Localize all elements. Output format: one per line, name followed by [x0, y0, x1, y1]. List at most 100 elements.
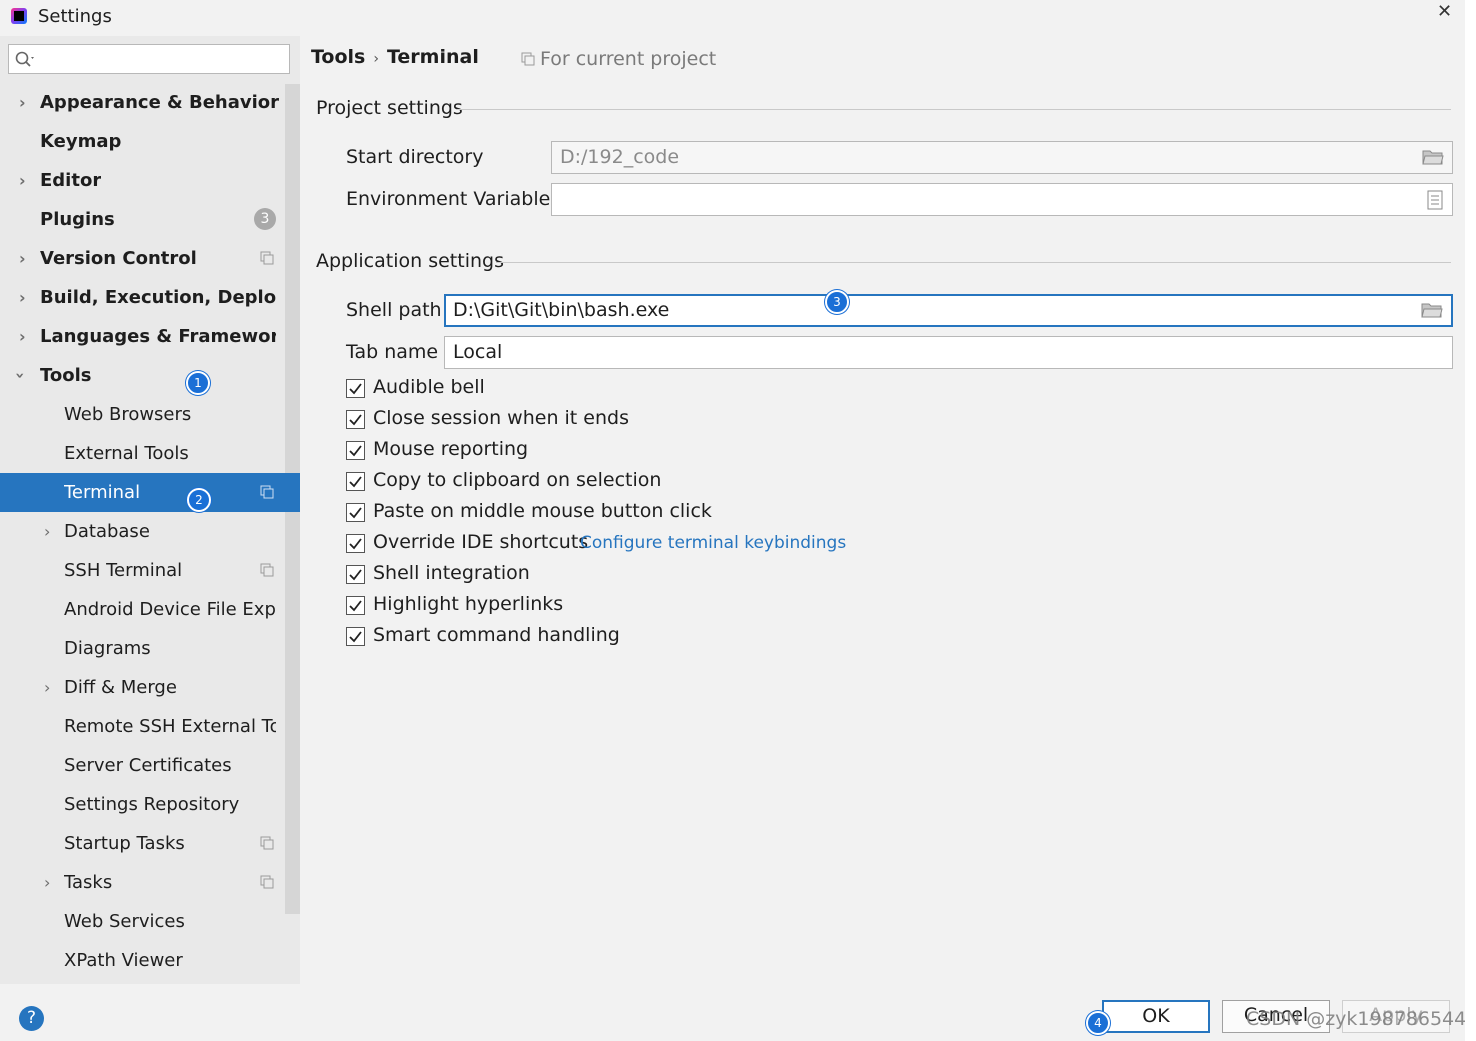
- sidebar-item-editor[interactable]: › Editor: [0, 161, 300, 200]
- chevron-right-icon: ›: [44, 678, 51, 697]
- sidebar-item-tasks[interactable]: › Tasks: [0, 863, 300, 902]
- paste-middle-click-checkbox[interactable]: [346, 503, 365, 522]
- checkmark-icon: [349, 569, 362, 581]
- chevron-right-icon: ›: [19, 171, 26, 190]
- breadcrumb-separator: ›: [373, 51, 379, 67]
- checkmark-icon: [349, 507, 362, 519]
- sidebar-item-build-execution-deployment[interactable]: › Build, Execution, Deployment: [0, 278, 300, 317]
- settings-sidebar: › Appearance & Behavior Keymap › Editor …: [0, 36, 300, 984]
- close-icon[interactable]: ✕: [1437, 1, 1452, 22]
- override-ide-shortcuts-checkbox[interactable]: [346, 534, 365, 553]
- project-scope-icon: [260, 875, 274, 889]
- annotation-marker-2: 2: [187, 488, 211, 512]
- chevron-right-icon: ›: [19, 327, 26, 346]
- breadcrumb-parent[interactable]: Tools: [311, 46, 365, 68]
- chevron-right-icon: ›: [19, 249, 26, 268]
- checkmark-icon: [349, 631, 362, 643]
- close-session-label: Close session when it ends: [373, 407, 629, 429]
- watermark: CSDN @zyk1987865446: [1246, 1008, 1476, 1030]
- project-scope-icon: [260, 251, 274, 265]
- sidebar-item-external-tools[interactable]: External Tools: [0, 434, 300, 473]
- env-vars-field[interactable]: [551, 183, 1453, 216]
- tab-name-field[interactable]: Local: [444, 336, 1453, 369]
- project-scope-icon: [260, 485, 274, 499]
- sidebar-item-xpath-viewer[interactable]: XPath Viewer: [0, 941, 300, 980]
- sidebar-item-diagrams[interactable]: Diagrams: [0, 629, 300, 668]
- plugins-update-badge: 3: [254, 208, 276, 230]
- sidebar-item-android-device-file-explorer[interactable]: Android Device File Explorer: [0, 590, 300, 629]
- application-settings-title: Application settings: [316, 250, 504, 272]
- sidebar-item-settings-repository[interactable]: Settings Repository: [0, 785, 300, 824]
- sidebar-item-startup-tasks[interactable]: Startup Tasks: [0, 824, 300, 863]
- sidebar-item-web-browsers[interactable]: Web Browsers: [0, 395, 300, 434]
- edit-list-icon[interactable]: [1426, 190, 1444, 210]
- annotation-marker-4: 4: [1086, 1011, 1110, 1035]
- shell-path-field[interactable]: D:\Git\Git\bin\bash.exe: [444, 294, 1453, 327]
- scope-indicator: For current project: [521, 48, 716, 70]
- checkmark-icon: [349, 600, 362, 612]
- sidebar-item-keymap[interactable]: Keymap: [0, 122, 300, 161]
- sidebar-item-tools[interactable]: › Tools: [0, 356, 300, 395]
- checkmark-icon: [349, 445, 362, 457]
- highlight-hyperlinks-checkbox[interactable]: [346, 596, 365, 615]
- help-icon[interactable]: ?: [19, 1006, 44, 1031]
- project-settings-title: Project settings: [316, 97, 463, 119]
- section-divider: [456, 109, 1451, 110]
- sidebar-item-ssh-terminal[interactable]: SSH Terminal: [0, 551, 300, 590]
- checkmark-icon: [349, 383, 362, 395]
- audible-bell-checkbox[interactable]: [346, 379, 365, 398]
- folder-icon[interactable]: [1422, 148, 1444, 166]
- start-directory-value: D:/192_code: [560, 146, 680, 168]
- sidebar-item-appearance-behavior[interactable]: › Appearance & Behavior: [0, 83, 300, 122]
- sidebar-item-terminal[interactable]: Terminal: [0, 473, 300, 512]
- checkmark-icon: [349, 414, 362, 426]
- chevron-down-icon: ›: [10, 372, 30, 379]
- sidebar-item-database[interactable]: › Database: [0, 512, 300, 551]
- sidebar-item-plugins[interactable]: Plugins 3: [0, 200, 300, 239]
- sidebar-item-languages-frameworks[interactable]: › Languages & Frameworks: [0, 317, 300, 356]
- start-directory-label: Start directory: [346, 146, 484, 168]
- tab-name-label: Tab name: [346, 341, 439, 363]
- folder-icon[interactable]: [1421, 301, 1443, 319]
- ok-button[interactable]: OK: [1102, 1000, 1210, 1033]
- sidebar-item-web-services[interactable]: Web Services: [0, 902, 300, 941]
- sidebar-item-remote-ssh-external-tools[interactable]: Remote SSH External Tools: [0, 707, 300, 746]
- checkmark-icon: [349, 476, 362, 488]
- configure-keybindings-link[interactable]: Configure terminal keybindings: [580, 533, 846, 553]
- smart-command-handling-label: Smart command handling: [373, 624, 620, 646]
- project-scope-icon: [521, 52, 535, 66]
- tab-name-value: Local: [453, 341, 503, 363]
- scope-label: For current project: [540, 48, 717, 70]
- breadcrumb: Tools › Terminal: [311, 46, 479, 68]
- chevron-right-icon: ›: [44, 522, 51, 541]
- copy-on-selection-checkbox[interactable]: [346, 472, 365, 491]
- breadcrumb-current: Terminal: [386, 46, 479, 68]
- shell-integration-checkbox[interactable]: [346, 565, 365, 584]
- audible-bell-label: Audible bell: [373, 376, 485, 398]
- app-logo-icon: [11, 8, 27, 24]
- annotation-marker-3: 3: [825, 290, 849, 314]
- override-ide-shortcuts-label: Override IDE shortcuts: [373, 531, 589, 553]
- annotation-marker-1: 1: [186, 371, 210, 395]
- env-vars-label: Environment Variables: [346, 188, 561, 210]
- highlight-hyperlinks-label: Highlight hyperlinks: [373, 593, 564, 615]
- dialog-button-bar: ? OK Cancel Apply CSDN @zyk1987865446 4: [0, 984, 1476, 1041]
- close-session-checkbox[interactable]: [346, 410, 365, 429]
- section-divider: [496, 262, 1451, 263]
- search-input[interactable]: [8, 44, 290, 74]
- window-edge: [1465, 0, 1476, 1041]
- checkmark-icon: [349, 538, 362, 550]
- project-scope-icon: [260, 563, 274, 577]
- chevron-right-icon: ›: [19, 93, 26, 112]
- paste-middle-click-label: Paste on middle mouse button click: [373, 500, 712, 522]
- start-directory-field[interactable]: D:/192_code: [551, 141, 1453, 174]
- mouse-reporting-checkbox[interactable]: [346, 441, 365, 460]
- smart-command-handling-checkbox[interactable]: [346, 627, 365, 646]
- chevron-right-icon: ›: [19, 288, 26, 307]
- settings-content: Tools › Terminal For current project Proje…: [300, 36, 1465, 984]
- sidebar-item-server-certificates[interactable]: Server Certificates: [0, 746, 300, 785]
- chevron-right-icon: ›: [44, 873, 51, 892]
- sidebar-item-version-control[interactable]: › Version Control: [0, 239, 300, 278]
- sidebar-item-diff-merge[interactable]: › Diff & Merge: [0, 668, 300, 707]
- project-scope-icon: [260, 836, 274, 850]
